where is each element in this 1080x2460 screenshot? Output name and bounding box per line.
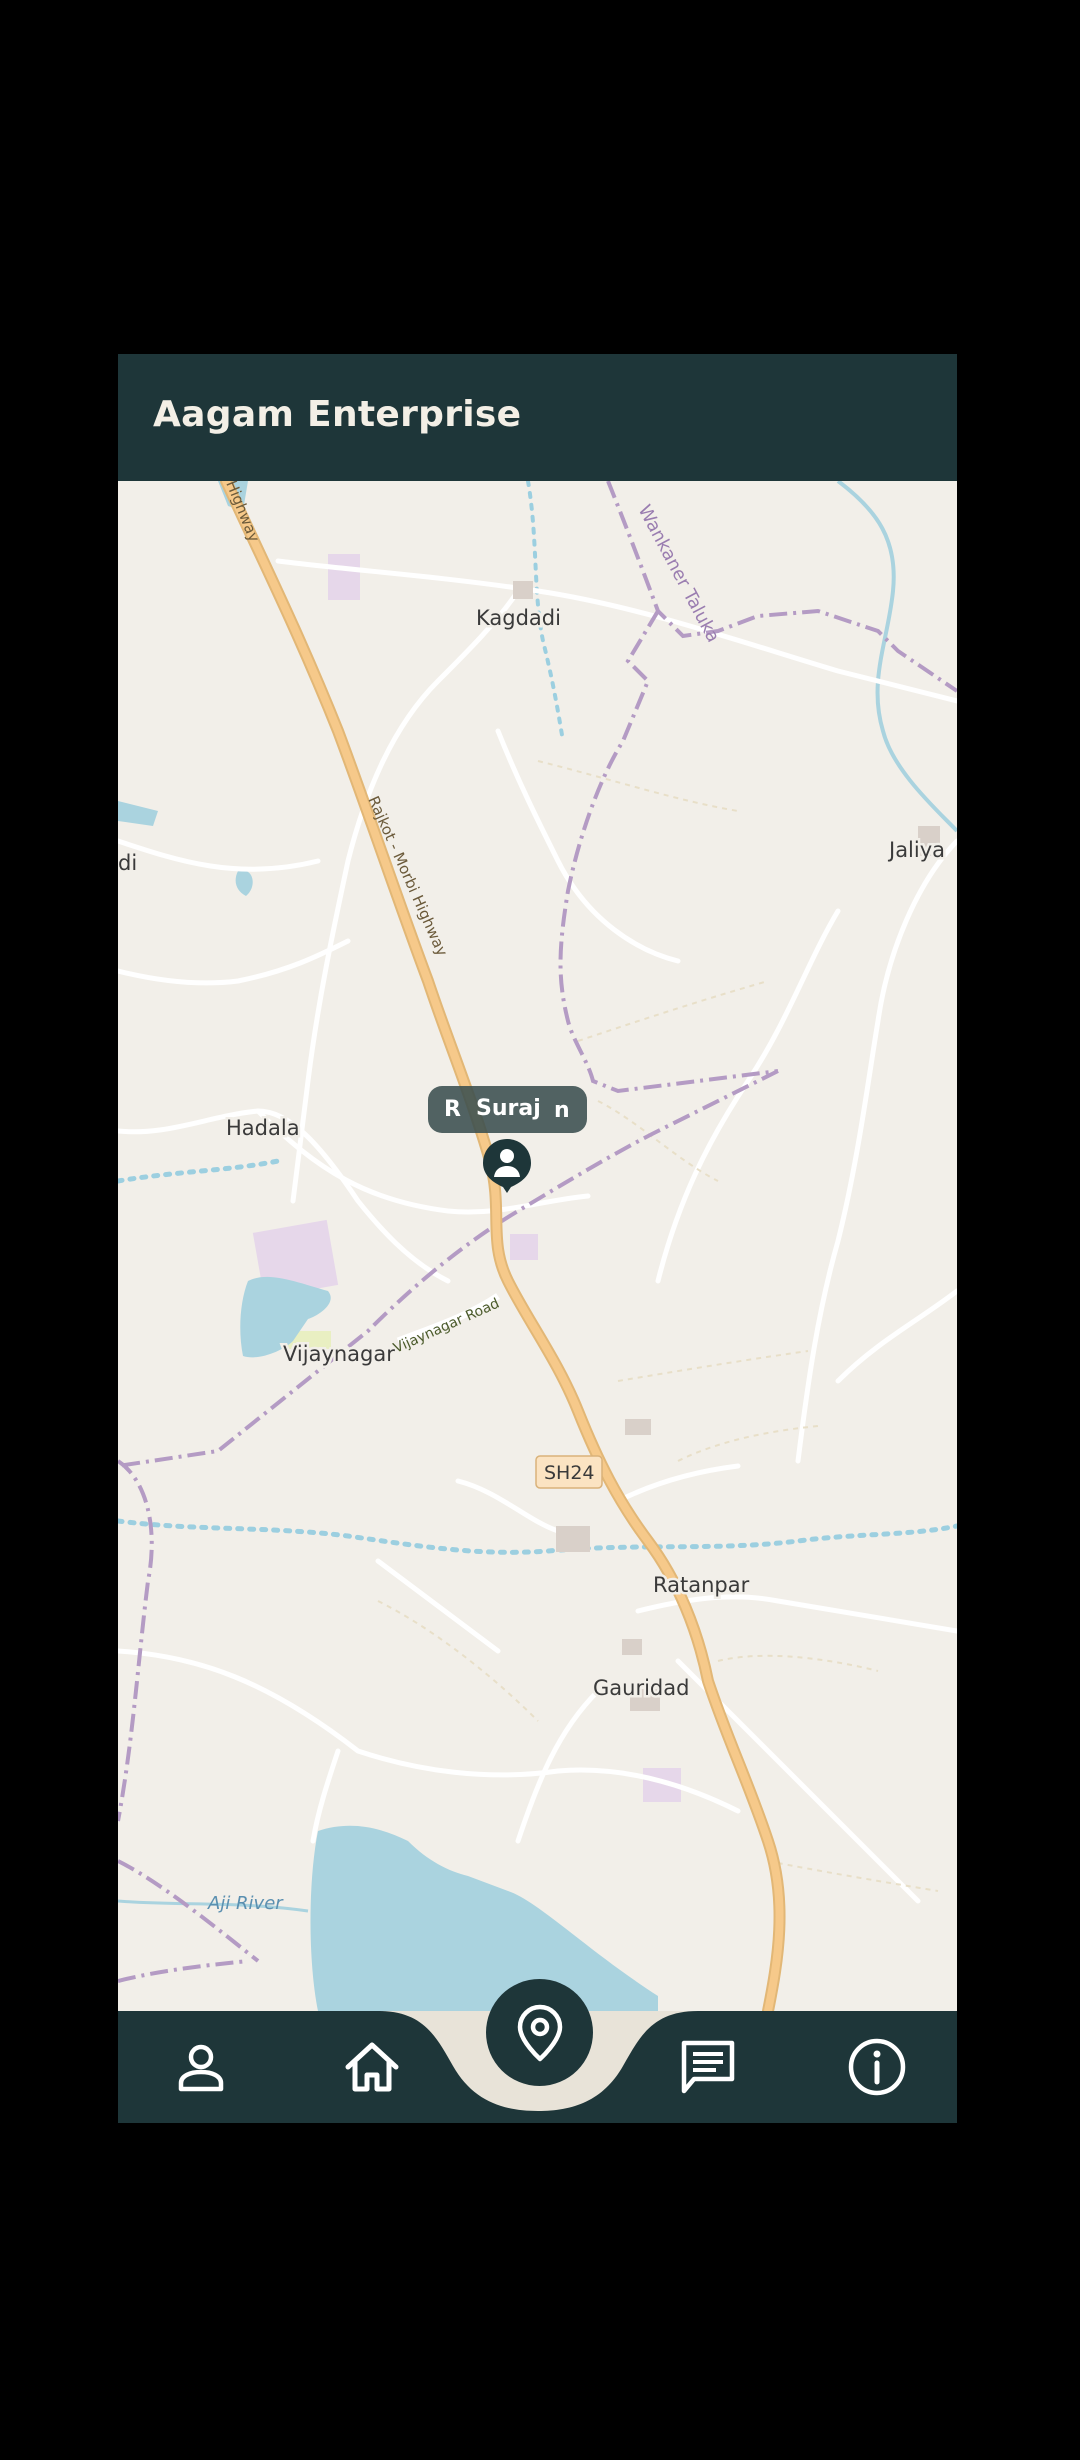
map-label-di: di di bbox=[118, 849, 140, 878]
message-icon bbox=[681, 2040, 735, 2094]
map-label-vijaynagar: Vijaynagar Vijaynagar bbox=[281, 1340, 398, 1369]
nav-home-button[interactable] bbox=[332, 2027, 412, 2107]
person-location-marker[interactable] bbox=[481, 1137, 533, 1195]
info-icon bbox=[848, 2038, 906, 2096]
map-label-hadala: Hadala Hadala bbox=[224, 1114, 303, 1143]
svg-text:di: di bbox=[118, 851, 137, 875]
landuse-patch bbox=[328, 554, 360, 600]
chip-leading-text: R bbox=[444, 1097, 461, 1122]
svg-text:SH24: SH24 bbox=[544, 1462, 595, 1484]
driver-name-chip[interactable]: R Suraj n bbox=[428, 1086, 587, 1133]
home-icon bbox=[345, 2042, 399, 2092]
driver-name: Suraj bbox=[476, 1096, 541, 1121]
svg-text:Aji River: Aji River bbox=[207, 1893, 284, 1914]
nav-profile-button[interactable] bbox=[161, 2027, 241, 2107]
map-view[interactable]: Kagdadi Kagdadi Wankaner Taluka Jaliya J… bbox=[118, 481, 957, 2011]
nav-info-button[interactable] bbox=[837, 2027, 917, 2107]
map-canvas[interactable]: Kagdadi Kagdadi Wankaner Taluka Jaliya J… bbox=[118, 481, 957, 2011]
app-bar: Aagam Enterprise bbox=[118, 354, 957, 481]
person-icon bbox=[178, 2044, 224, 2092]
nav-location-button[interactable] bbox=[486, 1979, 593, 2086]
location-pin-icon bbox=[517, 2004, 562, 2061]
map-label-aji-river: Aji River bbox=[207, 1893, 284, 1914]
person-pin-icon bbox=[483, 1139, 531, 1193]
map-label-jaliya: Jaliya Jaliya bbox=[885, 836, 948, 865]
map-label-ratanpar: Ratanpar Ratanpar bbox=[651, 1571, 753, 1600]
svg-text:Jaliya: Jaliya bbox=[887, 838, 945, 862]
map-label-gauridad: Gauridad Gauridad bbox=[591, 1674, 692, 1703]
chip-trailing-text: n bbox=[554, 1098, 570, 1123]
landuse-patch bbox=[510, 1234, 538, 1260]
nav-messages-button[interactable] bbox=[668, 2027, 748, 2107]
svg-text:Vijaynagar: Vijaynagar bbox=[283, 1342, 395, 1366]
svg-text:Kagdadi: Kagdadi bbox=[476, 606, 561, 630]
svg-text:Hadala: Hadala bbox=[226, 1116, 300, 1140]
page-title: Aagam Enterprise bbox=[153, 394, 522, 435]
map-label-sh24: SH24 bbox=[535, 1455, 603, 1489]
map-label-kagdadi: Kagdadi Kagdadi bbox=[474, 604, 564, 633]
app-screen: Aagam Enterprise Kagdadi Kagdadi Wankane… bbox=[118, 354, 957, 2123]
svg-text:Ratanpar: Ratanpar bbox=[653, 1573, 750, 1597]
svg-text:Gauridad: Gauridad bbox=[593, 1676, 689, 1700]
